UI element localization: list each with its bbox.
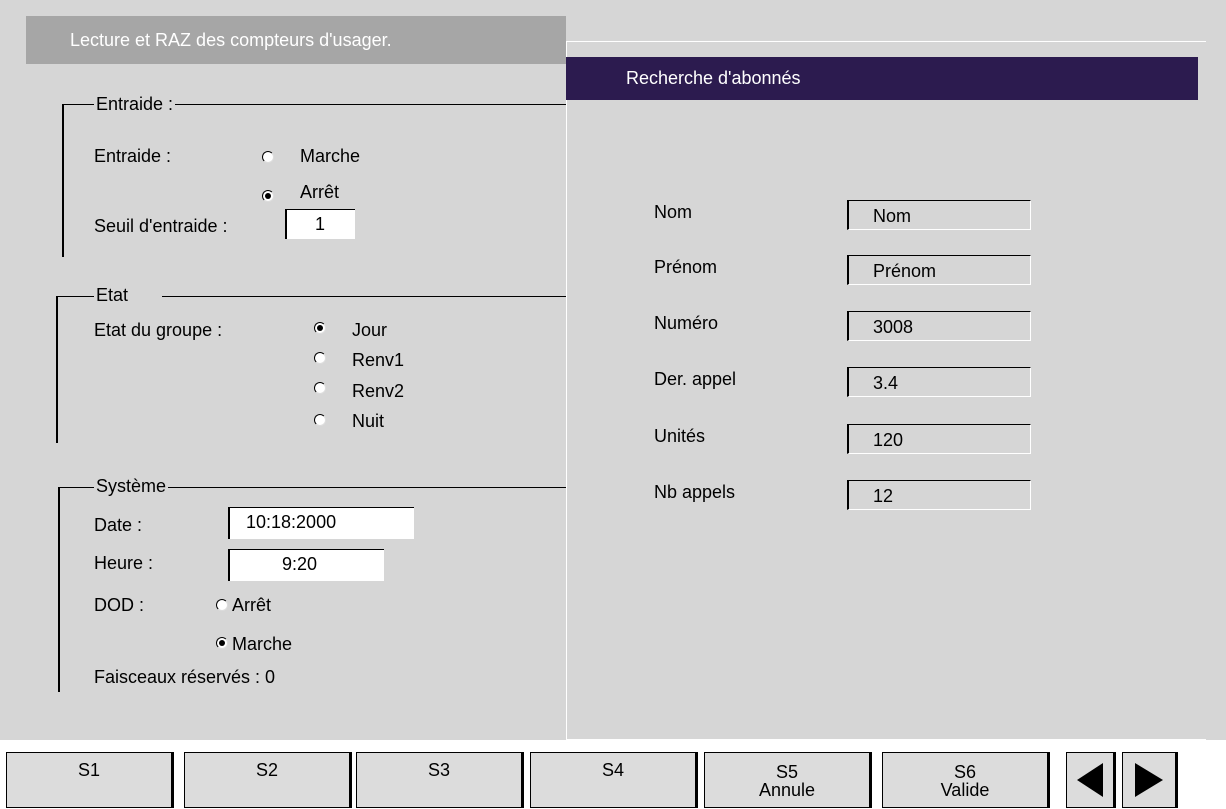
date-label: Date :	[94, 515, 143, 535]
faisceaux-text: Faisceaux réservés : 0	[94, 667, 276, 687]
field-label-unites: Unités	[654, 426, 706, 446]
softkey-s4[interactable]: S4	[530, 752, 698, 808]
softkey-s1[interactable]: S1	[6, 752, 174, 808]
field-label-prenom: Prénom	[654, 257, 718, 277]
etat-group	[56, 296, 568, 443]
softkey-s2[interactable]: S2	[184, 752, 352, 808]
etat-label: Etat du groupe :	[94, 320, 223, 340]
radio-entraide-marche[interactable]	[262, 151, 274, 163]
radio-etat-jour[interactable]	[314, 322, 326, 334]
radio-etat-nuit-label: Nuit	[352, 411, 385, 431]
softkey-s5-label: S5	[775, 762, 799, 782]
field-label-nom: Nom	[654, 202, 693, 222]
softkey-s2-label: S2	[255, 760, 279, 780]
field-nb-appels[interactable]: 12	[847, 480, 1031, 510]
radio-etat-renv1[interactable]	[314, 352, 326, 364]
radio-etat-renv1-label: Renv1	[352, 350, 405, 370]
field-der-appel[interactable]: 3.4	[847, 367, 1031, 397]
search-dialog-title: Recherche d'abonnés	[566, 57, 1198, 100]
heure-label: Heure :	[94, 553, 154, 573]
entraide-legend: Entraide :	[94, 94, 176, 114]
radio-etat-jour-label: Jour	[352, 320, 388, 340]
field-unites[interactable]: 120	[847, 424, 1031, 454]
radio-entraide-marche-label: Marche	[300, 146, 361, 166]
radio-dod-marche-label: Marche	[232, 634, 293, 654]
radio-dod-arret[interactable]	[216, 599, 228, 611]
field-label-nb-appels: Nb appels	[654, 482, 736, 502]
left-arrow-icon	[1077, 763, 1103, 797]
radio-etat-nuit[interactable]	[314, 414, 326, 426]
field-label-der-appel: Der. appel	[654, 369, 737, 389]
field-numero[interactable]: 3008	[847, 311, 1031, 341]
softkey-s6-valide[interactable]: S6 Valide	[882, 752, 1050, 808]
field-label-numero: Numéro	[654, 313, 719, 333]
field-nom[interactable]: Nom	[847, 200, 1031, 230]
field-prenom[interactable]: Prénom	[847, 255, 1031, 285]
etat-legend: Etat	[94, 285, 163, 305]
softkey-s5-annule[interactable]: S5 Annule	[704, 752, 872, 808]
softkey-s1-label: S1	[77, 760, 101, 780]
softkey-s6-sublabel: Valide	[940, 780, 990, 800]
right-arrow-icon	[1135, 763, 1163, 797]
radio-dod-arret-label: Arrêt	[232, 595, 272, 615]
softkey-s4-label: S4	[601, 760, 625, 780]
dod-label: DOD :	[94, 595, 145, 615]
radio-etat-renv2[interactable]	[314, 382, 326, 394]
softkey-s3[interactable]: S3	[356, 752, 524, 808]
softkey-s3-label: S3	[427, 760, 451, 780]
prev-button[interactable]	[1066, 752, 1116, 808]
entraide-label: Entraide :	[94, 146, 172, 166]
page-title: Lecture et RAZ des compteurs d'usager.	[26, 16, 566, 64]
seuil-label: Seuil d'entraide :	[94, 216, 228, 236]
systeme-legend: Système	[94, 476, 169, 496]
radio-entraide-arret-label: Arrêt	[300, 182, 340, 202]
next-button[interactable]	[1122, 752, 1178, 808]
radio-dod-marche[interactable]	[216, 637, 228, 649]
heure-input[interactable]: 9:20	[228, 549, 384, 581]
seuil-input[interactable]: 1	[285, 209, 355, 239]
softkey-s6-label: S6	[953, 762, 977, 782]
radio-entraide-arret[interactable]	[262, 190, 274, 202]
softkey-s5-sublabel: Annule	[758, 780, 816, 800]
date-input[interactable]: 10:18:2000	[228, 507, 414, 539]
radio-etat-renv2-label: Renv2	[352, 381, 405, 401]
